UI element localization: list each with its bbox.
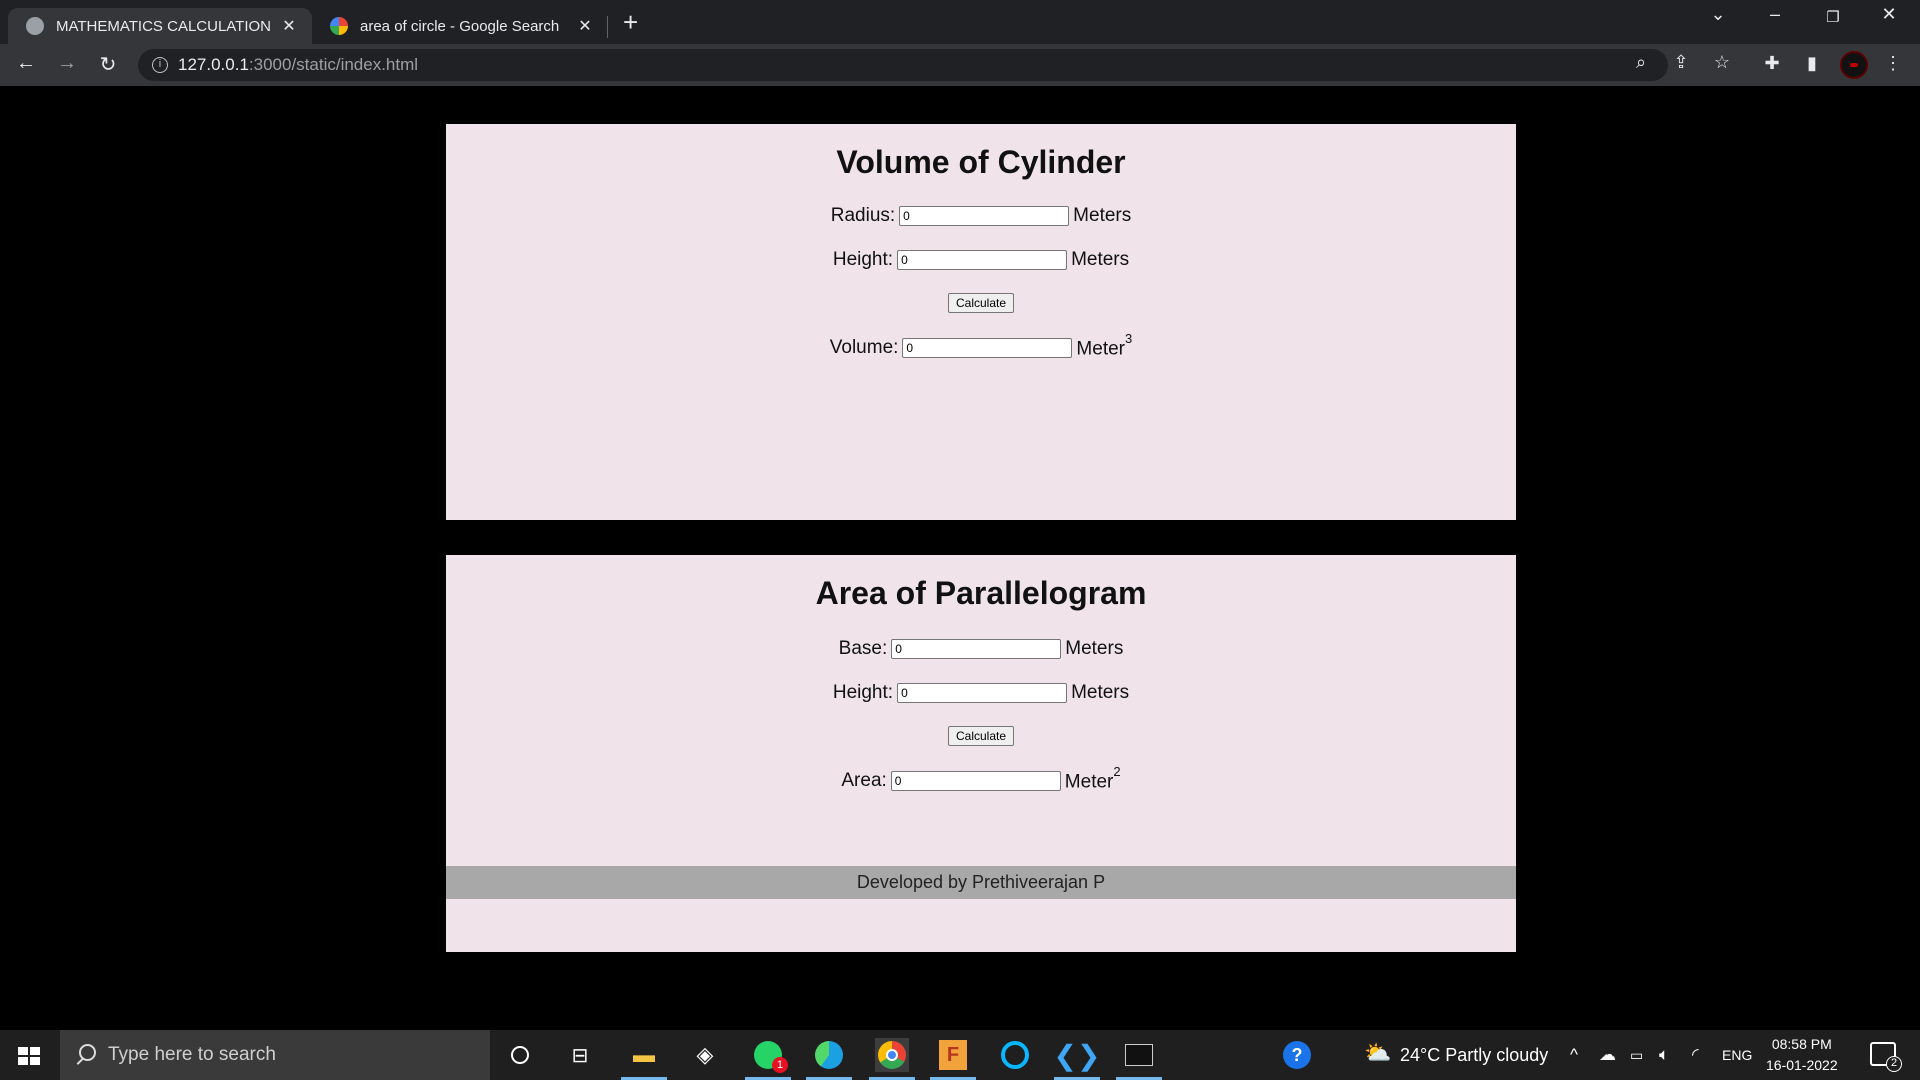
- base-label: Base:: [838, 638, 888, 659]
- browser-titlebar: MATHEMATICS CALCULATION BY ✕ area of cir…: [0, 0, 1920, 44]
- height-input[interactable]: [897, 683, 1068, 703]
- radius-unit: Meters: [1073, 205, 1132, 226]
- radius-input[interactable]: [899, 206, 1070, 226]
- volume-unit: Meter3: [1076, 331, 1133, 360]
- whatsapp-badge: 1: [772, 1057, 788, 1073]
- terminal-icon[interactable]: [1116, 1038, 1162, 1080]
- globe-icon: [26, 17, 44, 35]
- windows-start-icon[interactable]: [18, 1047, 40, 1065]
- calculate-area-button[interactable]: Calculate: [947, 726, 1015, 746]
- weather-icon[interactable]: ⛅: [1364, 1040, 1391, 1066]
- calculate-row: Calculate: [446, 726, 1516, 746]
- volume-output[interactable]: [902, 337, 1073, 358]
- height-label: Height:: [832, 682, 894, 703]
- chrome-icon[interactable]: [869, 1038, 915, 1080]
- help-icon[interactable]: ?: [1280, 1038, 1314, 1072]
- back-arrow-icon[interactable]: ←: [12, 52, 40, 75]
- extensions-icon[interactable]: ✚: [1759, 53, 1785, 74]
- notification-icon[interactable]: 2: [1870, 1042, 1902, 1072]
- weather-text[interactable]: 24°C Partly cloudy: [1400, 1045, 1548, 1066]
- reload-icon[interactable]: ↻: [94, 52, 122, 77]
- radius-label: Radius:: [830, 205, 896, 226]
- file-explorer-icon[interactable]: ▬: [621, 1038, 667, 1080]
- edge-icon[interactable]: [806, 1038, 852, 1080]
- clock-date: 16-01-2022: [1766, 1057, 1838, 1073]
- height-row: Height: Meters: [446, 682, 1516, 704]
- google-icon: [330, 17, 348, 35]
- browser-toolbar: ← → ↻ i 127.0.0.1:3000/static/index.html…: [0, 44, 1920, 86]
- base-input[interactable]: [891, 639, 1062, 659]
- circle-app-icon[interactable]: [998, 1038, 1032, 1072]
- area-row: Area: Meter2: [446, 764, 1516, 793]
- clock-time: 08:58 PM: [1771, 1036, 1832, 1052]
- height-row: Height: Meters: [446, 249, 1516, 271]
- profile-avatar[interactable]: [1840, 51, 1868, 79]
- volume-label: Volume:: [829, 336, 899, 358]
- cortana-icon[interactable]: [503, 1038, 537, 1072]
- task-view-icon[interactable]: ⊟: [563, 1038, 597, 1072]
- search-icon: [74, 1044, 96, 1066]
- page-footer: Developed by Prethiveerajan P: [446, 866, 1516, 899]
- clock[interactable]: 08:58 PM 16-01-2022: [1766, 1034, 1838, 1076]
- url-text: 127.0.0.1:3000/static/index.html: [178, 55, 419, 74]
- tab-title: MATHEMATICS CALCULATION BY: [56, 17, 276, 35]
- area-label: Area:: [841, 769, 887, 791]
- vscode-icon[interactable]: ❮❯: [1054, 1038, 1100, 1080]
- volume-row: Volume: Meter3: [446, 331, 1516, 360]
- dropbox-icon[interactable]: ◈: [688, 1038, 722, 1072]
- tab-separator: [607, 16, 608, 38]
- tab-title: area of circle - Google Search: [360, 17, 560, 35]
- forward-arrow-icon[interactable]: →: [53, 52, 81, 75]
- area-output[interactable]: [890, 770, 1061, 791]
- base-unit: Meters: [1065, 638, 1124, 659]
- radius-row: Radius: Meters: [446, 205, 1516, 227]
- bookmark-star-icon[interactable]: ☆: [1709, 52, 1735, 73]
- close-tab-icon[interactable]: ✕: [572, 16, 598, 36]
- show-hidden-icons[interactable]: ^: [1570, 1045, 1578, 1065]
- calculate-volume-button[interactable]: Calculate: [947, 293, 1015, 313]
- height-unit: Meters: [1071, 682, 1130, 703]
- tab-search-icon[interactable]: ⌄: [1695, 4, 1741, 25]
- windows-taskbar: Type here to search ⊟ ▬ ◈ 1 F ❮❯ ? ⛅ 24°…: [0, 1030, 1920, 1080]
- volume-icon[interactable]: 🔈︎: [1659, 1045, 1669, 1065]
- side-panel-icon[interactable]: ▮: [1799, 53, 1825, 74]
- minimize-button[interactable]: –: [1752, 4, 1798, 25]
- tab-google-search[interactable]: area of circle - Google Search ✕: [312, 8, 608, 44]
- new-tab-button[interactable]: +: [623, 7, 638, 38]
- battery-icon[interactable]: ▭: [1630, 1047, 1643, 1064]
- height-input[interactable]: [897, 250, 1068, 270]
- zoom-icon[interactable]: ⌕: [1628, 52, 1654, 73]
- tab-mathematics[interactable]: MATHEMATICS CALCULATION BY ✕: [8, 8, 312, 44]
- height-unit: Meters: [1071, 249, 1130, 270]
- cylinder-card: Volume of Cylinder Radius: Meters Height…: [446, 124, 1516, 520]
- parallelogram-title: Area of Parallelogram: [815, 575, 1147, 611]
- taskbar-search-box[interactable]: Type here to search: [60, 1030, 490, 1080]
- onedrive-icon[interactable]: ☁: [1599, 1045, 1616, 1065]
- calculate-row: Calculate: [446, 293, 1516, 313]
- close-tab-icon[interactable]: ✕: [276, 16, 302, 36]
- menu-kebab-icon[interactable]: ⋮: [1880, 53, 1906, 74]
- close-window-button[interactable]: ✕: [1866, 4, 1912, 25]
- fusion-app-icon[interactable]: F: [930, 1038, 976, 1080]
- whatsapp-icon[interactable]: 1: [745, 1038, 791, 1080]
- restore-button[interactable]: ❐: [1810, 8, 1856, 26]
- area-unit: Meter2: [1064, 764, 1121, 793]
- notification-count: 2: [1886, 1056, 1902, 1072]
- address-bar[interactable]: i 127.0.0.1:3000/static/index.html: [138, 49, 1668, 81]
- base-row: Base: Meters: [446, 638, 1516, 660]
- cylinder-title: Volume of Cylinder: [836, 144, 1126, 180]
- share-icon[interactable]: ⇪: [1668, 52, 1694, 73]
- wifi-icon[interactable]: ◜: [1692, 1045, 1699, 1065]
- language-indicator[interactable]: ENG: [1722, 1047, 1752, 1063]
- site-info-icon[interactable]: i: [152, 57, 168, 73]
- search-placeholder: Type here to search: [108, 1044, 276, 1065]
- height-label: Height:: [832, 249, 894, 270]
